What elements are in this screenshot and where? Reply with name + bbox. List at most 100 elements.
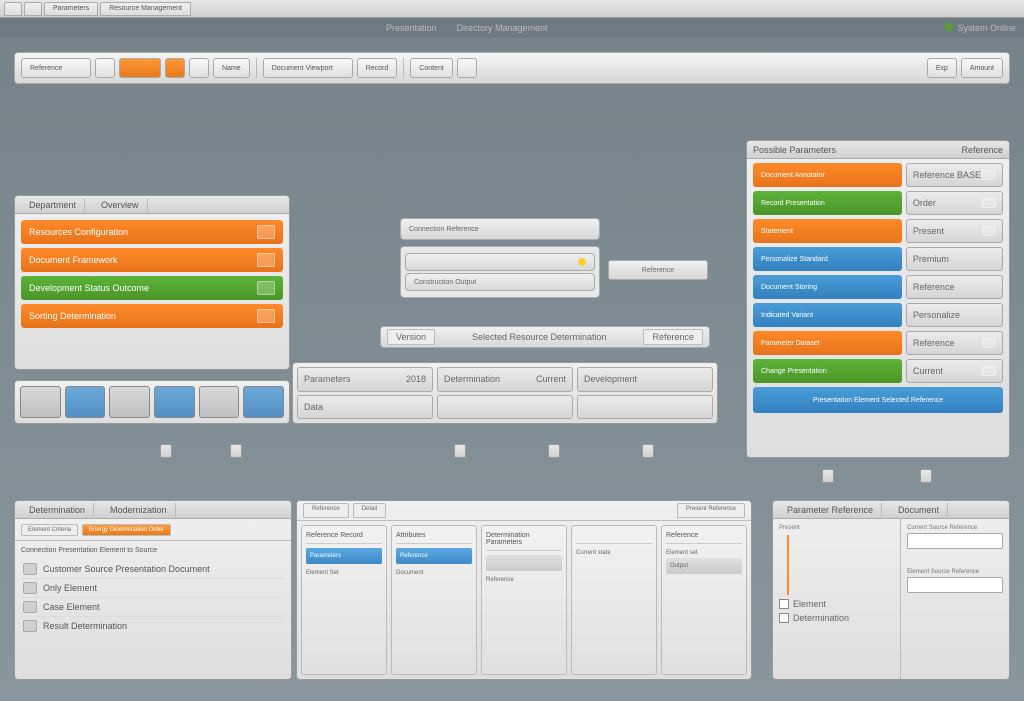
strip-btn-2[interactable] [65, 386, 106, 418]
bl-seg-energy[interactable]: Energy Determination Order [82, 524, 171, 536]
toolbar-icon-1[interactable] [95, 58, 115, 78]
toolbar-document-viewport[interactable]: Document Viewport [263, 58, 353, 78]
br-check-determination[interactable]: Determination [779, 613, 894, 623]
bottom-left-panel: Determination Modernization Element Crit… [14, 500, 292, 680]
right-document-storing[interactable]: Document Storing [753, 275, 902, 299]
strip-btn-5[interactable] [199, 386, 240, 418]
grid-r2c2[interactable] [437, 395, 573, 420]
right-side-2[interactable]: Present [906, 219, 1003, 243]
br-input-2[interactable] [907, 577, 1003, 593]
right-header-right: Reference [961, 145, 1003, 155]
bc-tab-2[interactable]: Present Reference [677, 503, 745, 518]
bl-item-1[interactable]: Only Element [21, 579, 285, 598]
right-panel: Possible Parameters Reference Document A… [746, 140, 1010, 458]
grid-data[interactable]: Data [297, 395, 433, 420]
br-input-1[interactable] [907, 533, 1003, 549]
right-indicated-variant[interactable]: Indicated Variant [753, 303, 902, 327]
strip-btn-4[interactable] [154, 386, 195, 418]
bar-resources-config[interactable]: Resources Configuration [21, 220, 283, 244]
tab-mini-1[interactable] [4, 2, 22, 16]
bc-text-0: Element Set [306, 568, 382, 578]
menu-presentation[interactable]: Presentation [386, 23, 437, 33]
right-parameter-dataset[interactable]: Parameter Dataset [753, 331, 902, 355]
menu-bar: Presentation Directory Management System… [0, 18, 1024, 38]
grid-r2c3[interactable] [577, 395, 713, 420]
toolbar-reference[interactable]: Reference [21, 58, 91, 78]
menu-directory[interactable]: Directory Management [456, 23, 547, 33]
right-record-presentation[interactable]: Record Presentation [753, 191, 902, 215]
bl-seg-element[interactable]: Element Criteria [21, 524, 78, 536]
bc-col-1: Attributes Reference Document [391, 525, 477, 675]
strip-btn-3[interactable] [109, 386, 150, 418]
node-construction-output[interactable]: Construction Output [405, 273, 595, 291]
left-tab-department[interactable]: Department [21, 198, 85, 212]
bottom-center-panel: Reference Detail Present Reference Refer… [296, 500, 752, 680]
toolbar-icon-3[interactable] [457, 58, 477, 78]
port-4 [548, 444, 560, 458]
br-tab-parameter[interactable]: Parameter Reference [779, 503, 882, 517]
bl-tab-determination[interactable]: Determination [21, 503, 94, 517]
node-connection-ref[interactable]: Connection Reference [400, 218, 600, 240]
toolbar-exp[interactable]: Exp [927, 58, 957, 78]
node-sub-1[interactable] [405, 253, 595, 271]
toolbar-icon-2[interactable] [189, 58, 209, 78]
bc-chip-2a[interactable] [486, 555, 562, 571]
list-icon [23, 563, 37, 575]
right-side-7[interactable]: Current [906, 359, 1003, 383]
toolbar-record[interactable]: Record [357, 58, 398, 78]
right-statement[interactable]: Statement [753, 219, 902, 243]
bc-tab-0[interactable]: Reference [303, 503, 349, 518]
list-icon [23, 582, 37, 594]
br-tab-document[interactable]: Document [890, 503, 948, 517]
side-node-reference[interactable]: Reference [608, 260, 708, 280]
tab-resource-management[interactable]: Resource Management [100, 2, 191, 16]
bl-item-2[interactable]: Case Element [21, 598, 285, 617]
toolbar-orange-icon[interactable] [165, 58, 185, 78]
right-side-0[interactable]: Reference BASE [906, 163, 1003, 187]
bc-head-0: Reference Record [306, 530, 382, 544]
readout-version[interactable]: Version [387, 329, 435, 345]
bl-tab-modernization[interactable]: Modernization [102, 503, 176, 517]
left-tab-overview[interactable]: Overview [93, 198, 148, 212]
right-header-left: Possible Parameters [753, 145, 836, 155]
toolbar-orange-action[interactable] [119, 58, 161, 78]
grid-determination[interactable]: DeterminationCurrent [437, 367, 573, 392]
readout-reference[interactable]: Reference [643, 329, 703, 345]
badge-icon [982, 338, 996, 348]
grid-development[interactable]: Development [577, 367, 713, 392]
toolbar-content[interactable]: Content [410, 58, 453, 78]
toolbar-name[interactable]: Name [213, 58, 250, 78]
right-personalize-standard[interactable]: Personalize Standard [753, 247, 902, 271]
right-side-1[interactable]: Order [906, 191, 1003, 215]
right-document-annotator[interactable]: Document Annotator [753, 163, 902, 187]
readout-main-label: Selected Resource Determination [441, 332, 637, 342]
bl-item-0[interactable]: Customer Source Presentation Document [21, 560, 285, 579]
grid-parameters[interactable]: Parameters2018 [297, 367, 433, 392]
right-change-presentation[interactable]: Change Presentation [753, 359, 902, 383]
right-side-3[interactable]: Premium [906, 247, 1003, 271]
toolbar-amount[interactable]: Amount [961, 58, 1003, 78]
main-toolbar: Reference Name Document Viewport Record … [14, 52, 1010, 84]
bc-chip-params[interactable]: Parameters [306, 548, 382, 564]
right-side-6[interactable]: Reference [906, 331, 1003, 355]
bar-document-framework[interactable]: Document Framework [21, 248, 283, 272]
bc-chip-4[interactable]: Output [666, 558, 742, 574]
bar-sorting[interactable]: Sorting Determination [21, 304, 283, 328]
br-check-element[interactable]: Element [779, 599, 894, 609]
right-side-5[interactable]: Personalize [906, 303, 1003, 327]
strip-btn-1[interactable] [20, 386, 61, 418]
port-5 [642, 444, 654, 458]
bar-dev-status[interactable]: Development Status Outcome [21, 276, 283, 300]
right-wide-button[interactable]: Presentation Element Selected Reference [753, 387, 1003, 413]
document-icon [257, 309, 275, 323]
button-strip [14, 380, 290, 424]
strip-btn-6[interactable] [243, 386, 284, 418]
br-left-label: Present [779, 525, 894, 531]
tab-mini-2[interactable] [24, 2, 42, 16]
bc-chip-ref[interactable]: Reference [396, 548, 472, 564]
right-side-4[interactable]: Reference [906, 275, 1003, 299]
bottom-right-panel: Parameter Reference Document Present Ele… [772, 500, 1010, 680]
bc-tab-1[interactable]: Detail [353, 503, 386, 518]
tab-parameters[interactable]: Parameters [44, 2, 98, 16]
bl-item-3[interactable]: Result Determination [21, 617, 285, 636]
